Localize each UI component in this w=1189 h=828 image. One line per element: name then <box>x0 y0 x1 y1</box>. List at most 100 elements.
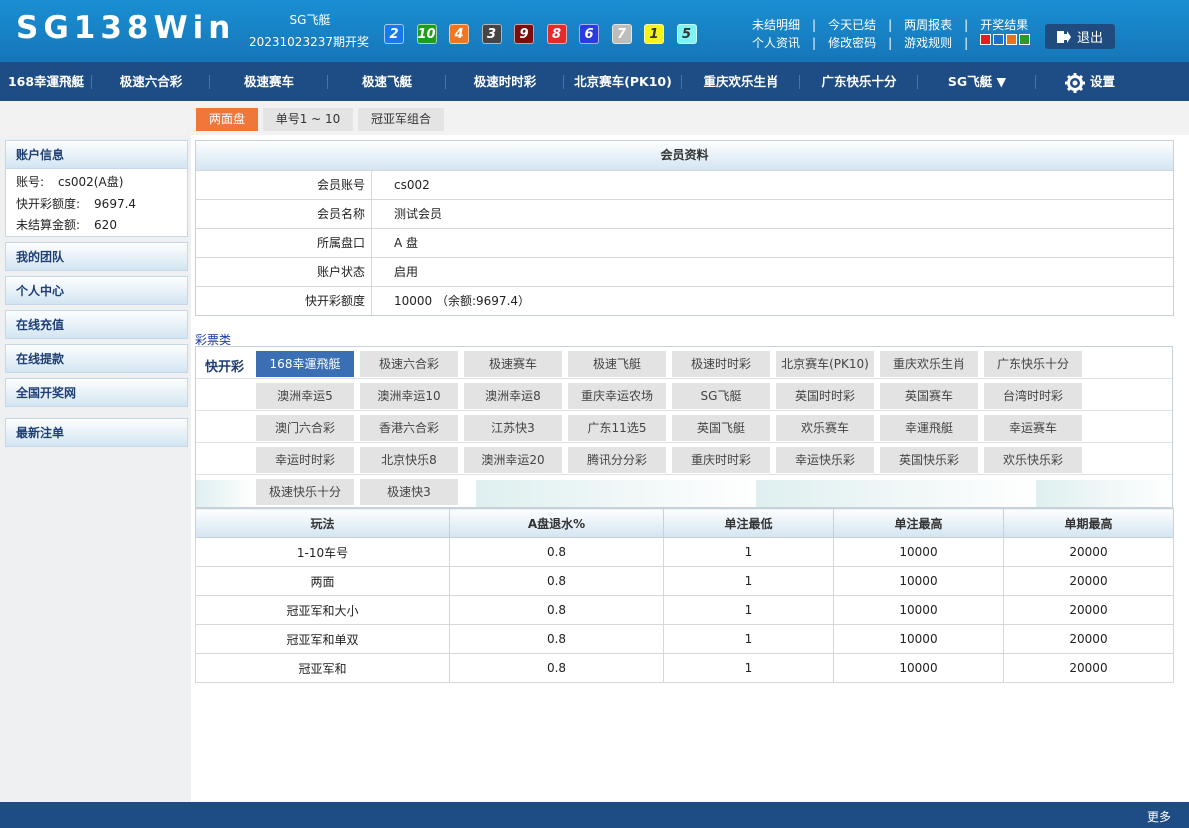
result-ball: 6 <box>579 24 599 44</box>
top-link[interactable]: 修改密码 <box>828 34 876 52</box>
more-link[interactable]: 更多 <box>1147 808 1171 825</box>
member-info-table: 会员资料 会员账号 cs002 会员名称 测试会员 所属盘口 A 盘账户状态 启用 快开彩额度… <box>195 140 1174 316</box>
subtab[interactable]: 单号1 ~ 10 <box>263 108 353 131</box>
lottery-button[interactable]: 广东11选5 <box>568 415 666 441</box>
unsettled-label: 未结算金额: <box>16 218 81 232</box>
limits-cell: 0.8 <box>449 624 664 654</box>
main-nav: 168幸運飛艇 极速六合彩 极速赛车 极速飞艇 极速时时彩 北京赛车(PK10) 重庆欢乐生… <box>0 62 1189 101</box>
lottery-button[interactable]: 澳洲幸运10 <box>360 383 458 409</box>
limits-row: 1-10车号 0.8 1 10000 20000 <box>195 537 1174 567</box>
sidebar-menu-item[interactable]: 在线提款 <box>5 344 188 373</box>
theme-swatch[interactable] <box>1006 34 1018 45</box>
lottery-button[interactable]: 英国飞艇 <box>672 415 770 441</box>
lottery-button[interactable]: 北京赛车(PK10) <box>776 351 874 377</box>
nav-item[interactable]: 极速六合彩 <box>92 62 210 101</box>
lottery-button[interactable]: 极速飞艇 <box>568 351 666 377</box>
lottery-button[interactable]: 台湾时时彩 <box>984 383 1082 409</box>
top-link[interactable]: 开奖结果 <box>980 16 1028 34</box>
lottery-button[interactable]: 重庆幸运农场 <box>568 383 666 409</box>
lottery-button[interactable]: 香港六合彩 <box>360 415 458 441</box>
nav-item[interactable]: 168幸運飛艇 <box>0 62 92 101</box>
nav-item[interactable]: SG飞艇 ▼ <box>918 62 1036 101</box>
result-ball: 2 <box>384 24 404 44</box>
lottery-button[interactable]: 英国赛车 <box>880 383 978 409</box>
sidebar-account-title[interactable]: 账户信息 <box>5 140 188 169</box>
lottery-button[interactable]: 澳洲幸运8 <box>464 383 562 409</box>
lottery-button[interactable]: 极速六合彩 <box>360 351 458 377</box>
grid-divider <box>196 378 1172 379</box>
subtab[interactable]: 两面盘 <box>196 108 258 131</box>
lottery-button[interactable]: 幸運飛艇 <box>880 415 978 441</box>
lottery-button[interactable]: 腾讯分分彩 <box>568 447 666 473</box>
account-value: cs002(A盘) <box>58 175 124 189</box>
lottery-button[interactable]: 重庆时时彩 <box>672 447 770 473</box>
logout-button[interactable]: 退出 <box>1045 24 1115 49</box>
limits-cell: 20000 <box>1003 595 1174 625</box>
lottery-button[interactable]: 广东快乐十分 <box>984 351 1082 377</box>
limits-row: 冠亚军和大小 0.8 1 10000 20000 <box>195 595 1174 625</box>
theme-swatch[interactable] <box>980 34 992 45</box>
sidebar-menu-item[interactable]: 全国开奖网 <box>5 378 188 407</box>
nav-item[interactable]: 重庆欢乐生肖 <box>682 62 800 101</box>
top-link[interactable]: 今天已结 <box>828 16 876 34</box>
lottery-button[interactable]: 欢乐赛车 <box>776 415 874 441</box>
limits-cell: 两面 <box>195 566 450 596</box>
member-field-label: 账户状态 <box>196 258 372 286</box>
result-ball: 3 <box>481 24 502 44</box>
lottery-button[interactable]: 极速快乐十分 <box>256 479 354 505</box>
lottery-button[interactable]: 欢乐快乐彩 <box>984 447 1082 473</box>
lottery-button[interactable]: 江苏快3 <box>464 415 562 441</box>
limits-cell: 冠亚军和 <box>195 653 450 683</box>
lottery-button[interactable]: 重庆欢乐生肖 <box>880 351 978 377</box>
result-ball: 9 <box>514 24 534 44</box>
lottery-button[interactable]: 澳洲幸运20 <box>464 447 562 473</box>
limits-header: 玩法 <box>195 508 450 538</box>
lottery-button[interactable]: 英国快乐彩 <box>880 447 978 473</box>
limits-cell: 0.8 <box>449 595 664 625</box>
current-lottery-name: SG飞艇 <box>289 13 331 27</box>
top-link[interactable]: 未结明细 <box>752 16 800 34</box>
theme-swatch[interactable] <box>993 34 1005 45</box>
lottery-button[interactable]: 幸运快乐彩 <box>776 447 874 473</box>
lottery-button[interactable]: SG飞艇 <box>672 383 770 409</box>
lottery-button[interactable]: 168幸運飛艇 <box>256 351 354 377</box>
result-ball: 4 <box>449 24 469 44</box>
nav-item[interactable]: 广东快乐十分 <box>800 62 918 101</box>
limits-header: 单注最低 <box>663 508 834 538</box>
lottery-button[interactable]: 幸运赛车 <box>984 415 1082 441</box>
subtab[interactable]: 冠亚军组合 <box>358 108 444 131</box>
nav-item[interactable]: 极速赛车 <box>210 62 328 101</box>
limits-cell: 0.8 <box>449 653 664 683</box>
account-info-box: 账号: cs002(A盘) 快开彩额度: 9697.4 未结算金额: 620 <box>5 169 188 237</box>
top-link[interactable]: 游戏规则 <box>904 34 952 52</box>
result-ball: 7 <box>611 24 632 44</box>
lottery-button[interactable]: 澳门六合彩 <box>256 415 354 441</box>
nav-item[interactable]: 极速飞艇 <box>328 62 446 101</box>
nav-item[interactable]: 北京赛车(PK10) <box>564 62 682 101</box>
lottery-button[interactable]: 幸运时时彩 <box>256 447 354 473</box>
top-link[interactable]: 个人资讯 <box>752 34 800 52</box>
limits-header: 单注最高 <box>833 508 1004 538</box>
sidebar-menu-item[interactable]: 最新注单 <box>5 418 188 447</box>
lottery-button[interactable]: 北京快乐8 <box>360 447 458 473</box>
site-logo[interactable]: SG138Win <box>16 10 235 46</box>
lottery-button[interactable]: 极速快3 <box>360 479 458 505</box>
lottery-button[interactable]: 英国时时彩 <box>776 383 874 409</box>
theme-swatch[interactable] <box>1019 34 1031 45</box>
limits-header: 单期最高 <box>1003 508 1174 538</box>
sidebar-menu-item[interactable]: 我的团队 <box>5 242 188 271</box>
top-link[interactable]: 两周报表 <box>904 16 952 34</box>
header: SG138Win SG飞艇 20231023237期开奖 2 10 4 3 9 8 6 7 1 5… <box>0 0 1189 62</box>
limits-cell: 冠亚军和单双 <box>195 624 450 654</box>
lottery-button[interactable]: 澳洲幸运5 <box>256 383 354 409</box>
sidebar-menu-item[interactable]: 在线充值 <box>5 310 188 339</box>
logout-label: 退出 <box>1076 31 1103 46</box>
limits-cell: 20000 <box>1003 566 1174 596</box>
limits-cell: 20000 <box>1003 537 1174 567</box>
lottery-button[interactable]: 极速赛车 <box>464 351 562 377</box>
lottery-button[interactable]: 极速时时彩 <box>672 351 770 377</box>
sidebar-menu-item[interactable]: 个人中心 <box>5 276 188 305</box>
limits-cell: 1 <box>663 566 834 596</box>
nav-settings[interactable]: 设置 <box>1036 62 1144 101</box>
nav-item[interactable]: 极速时时彩 <box>446 62 564 101</box>
